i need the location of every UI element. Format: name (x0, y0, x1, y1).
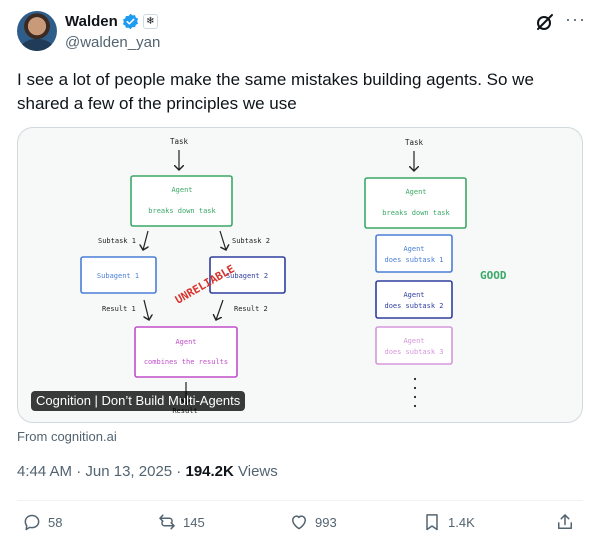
right-step1-box (375, 234, 453, 273)
left-subtask1: Subtask 1 (98, 237, 136, 245)
divider (17, 500, 583, 501)
link-card[interactable]: Task Agent breaks down task Subtask 1 Su… (17, 127, 583, 423)
combine-agent-title: Agent (175, 338, 196, 346)
reply-icon (24, 514, 40, 531)
subagent1-label: Subagent 1 (97, 272, 139, 280)
tweet-time[interactable]: 4:44 AM (17, 463, 72, 480)
like-count: 993 (315, 514, 337, 530)
grok-icon[interactable] (535, 12, 555, 32)
left-result2: Result 2 (234, 305, 268, 313)
reply-button[interactable]: 58 (22, 512, 62, 532)
bookmark-count: 1.4K (448, 514, 475, 530)
tweet-meta: 4:44 AM · Jun 13, 2025 · 194.2K Views (17, 463, 278, 480)
bookmark-button[interactable]: 1.4K (422, 512, 475, 532)
right-agent-box (364, 177, 467, 229)
tweet-text: I see a lot of people make the same mist… (17, 70, 534, 113)
right-step3-sub: does subtask 3 (384, 348, 443, 356)
link-source[interactable]: From cognition.ai (17, 429, 117, 444)
views-count: 194.2K (185, 463, 234, 480)
right-step2-sub: does subtask 2 (384, 302, 443, 310)
left-task-label: Task (170, 137, 189, 146)
combine-agent-sub: combines the results (144, 358, 228, 366)
left-subtask2: Subtask 2 (232, 237, 270, 245)
card-title-overlay: Cognition | Don’t Build Multi-Agents (31, 391, 246, 411)
tweet-date[interactable]: Jun 13, 2025 (85, 463, 172, 480)
right-step2-box (375, 280, 453, 319)
author-name[interactable]: Walden (65, 13, 118, 30)
views-label: Views (233, 463, 278, 480)
author-row: Walden ❄ (65, 13, 158, 30)
repost-button[interactable]: 145 (157, 512, 205, 532)
repost-count: 145 (183, 514, 205, 530)
good-label: GOOD (480, 269, 507, 282)
left-agent-sub: breaks down task (148, 207, 216, 215)
affiliate-badge-icon[interactable]: ❄ (142, 14, 158, 29)
share-icon (558, 514, 572, 529)
left-agent-box (130, 175, 233, 227)
reply-count: 58 (48, 514, 63, 530)
left-result1: Result 1 (102, 305, 136, 313)
card-diagram-image: Task Agent breaks down task Subtask 1 Su… (80, 137, 507, 415)
avatar[interactable] (17, 11, 57, 51)
right-step2-title: Agent (403, 291, 424, 299)
author-handle[interactable]: @walden_yan (65, 34, 160, 51)
right-step1-title: Agent (403, 245, 424, 253)
verified-badge-icon (122, 13, 138, 30)
right-agent-title: Agent (405, 188, 426, 196)
right-step1-sub: does subtask 1 (384, 256, 443, 264)
right-step3-box (375, 326, 453, 365)
more-options-icon[interactable]: ··· (565, 9, 586, 30)
right-step3-title: Agent (403, 337, 424, 345)
repost-icon (159, 514, 175, 530)
bookmark-icon (426, 514, 438, 531)
right-agent-sub: breaks down task (382, 209, 450, 217)
left-agent-title: Agent (171, 186, 192, 194)
like-button[interactable]: 993 (289, 512, 337, 532)
combine-agent-box (134, 326, 238, 378)
action-bar: 58 145 993 1.4K (17, 510, 583, 538)
heart-icon (292, 515, 306, 530)
right-task-label: Task (405, 138, 424, 147)
share-button[interactable] (555, 512, 575, 532)
